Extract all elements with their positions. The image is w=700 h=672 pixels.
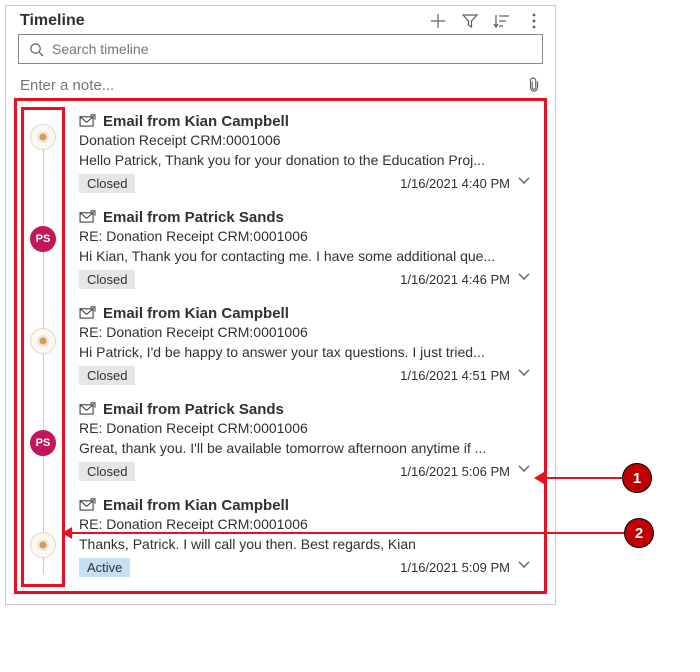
annotation-callout-2: 2 xyxy=(62,518,654,548)
avatar: PS xyxy=(30,430,56,456)
item-timestamp: 1/16/2021 4:51 PM xyxy=(400,368,510,383)
item-timestamp: 1/16/2021 4:40 PM xyxy=(400,176,510,191)
timeline-item[interactable]: Email from Patrick Sands RE: Donation Re… xyxy=(65,395,540,491)
header-actions xyxy=(429,12,543,30)
avatar: PS xyxy=(30,226,56,252)
item-preview: Hi Kian, Thank you for contacting me. I … xyxy=(79,248,532,264)
timeline-item[interactable]: Email from Patrick Sands RE: Donation Re… xyxy=(65,203,540,299)
timeline-items: Email from Kian Campbell Donation Receip… xyxy=(65,107,540,587)
item-subject: RE: Donation Receipt CRM:0001006 xyxy=(79,324,532,340)
rail-line xyxy=(43,144,44,574)
item-title: Email from Kian Campbell xyxy=(103,305,289,322)
email-icon xyxy=(79,210,95,226)
status-badge: Active xyxy=(79,558,130,577)
filter-icon[interactable] xyxy=(461,12,479,30)
annotation-badge: 1 xyxy=(622,463,652,493)
annotation-callout-1: 1 xyxy=(534,463,652,493)
item-title: Email from Patrick Sands xyxy=(103,401,284,418)
chevron-down-icon[interactable] xyxy=(518,465,532,479)
item-title: Email from Patrick Sands xyxy=(103,209,284,226)
more-icon[interactable] xyxy=(525,12,543,30)
timeline-header: Timeline xyxy=(6,6,555,34)
item-preview: Hello Patrick, Thank you for your donati… xyxy=(79,152,532,168)
search-wrap xyxy=(6,34,555,70)
item-preview: Hi Patrick, I'd be happy to answer your … xyxy=(79,344,532,360)
item-timestamp: 1/16/2021 5:06 PM xyxy=(400,464,510,479)
email-icon xyxy=(79,114,95,130)
status-badge: Closed xyxy=(79,174,135,193)
panel-title: Timeline xyxy=(20,12,85,30)
chevron-down-icon[interactable] xyxy=(518,369,532,383)
avatar xyxy=(30,532,56,558)
add-icon[interactable] xyxy=(429,12,447,30)
chevron-down-icon[interactable] xyxy=(518,561,532,575)
annotation-badge: 2 xyxy=(624,518,654,548)
chevron-down-icon[interactable] xyxy=(518,177,532,191)
attachment-icon[interactable] xyxy=(527,76,541,94)
email-icon xyxy=(79,306,95,322)
chevron-down-icon[interactable] xyxy=(518,273,532,287)
item-title: Email from Kian Campbell xyxy=(103,497,289,514)
item-subject: RE: Donation Receipt CRM:0001006 xyxy=(79,228,532,244)
status-badge: Closed xyxy=(79,462,135,481)
timeline-panel: Timeline xyxy=(5,5,556,605)
item-timestamp: 1/16/2021 5:09 PM xyxy=(400,560,510,575)
status-badge: Closed xyxy=(79,270,135,289)
item-subject: RE: Donation Receipt CRM:0001006 xyxy=(79,420,532,436)
sort-icon[interactable] xyxy=(493,12,511,30)
timeline-item[interactable]: Email from Kian Campbell RE: Donation Re… xyxy=(65,299,540,395)
annotation-rail-box: PS PS xyxy=(21,107,65,587)
avatar xyxy=(30,124,56,150)
item-preview: Great, thank you. I'll be available tomo… xyxy=(79,440,532,456)
note-input[interactable] xyxy=(20,77,527,94)
search-icon xyxy=(29,42,44,57)
note-row xyxy=(6,70,555,98)
email-icon xyxy=(79,402,95,418)
avatar xyxy=(30,328,56,354)
search-input[interactable] xyxy=(52,41,532,57)
search-box[interactable] xyxy=(18,34,543,64)
item-subject: Donation Receipt CRM:0001006 xyxy=(79,132,532,148)
timeline-item[interactable]: Email from Kian Campbell Donation Receip… xyxy=(65,107,540,203)
item-title: Email from Kian Campbell xyxy=(103,113,289,130)
email-icon xyxy=(79,498,95,514)
status-badge: Closed xyxy=(79,366,135,385)
item-timestamp: 1/16/2021 4:46 PM xyxy=(400,272,510,287)
